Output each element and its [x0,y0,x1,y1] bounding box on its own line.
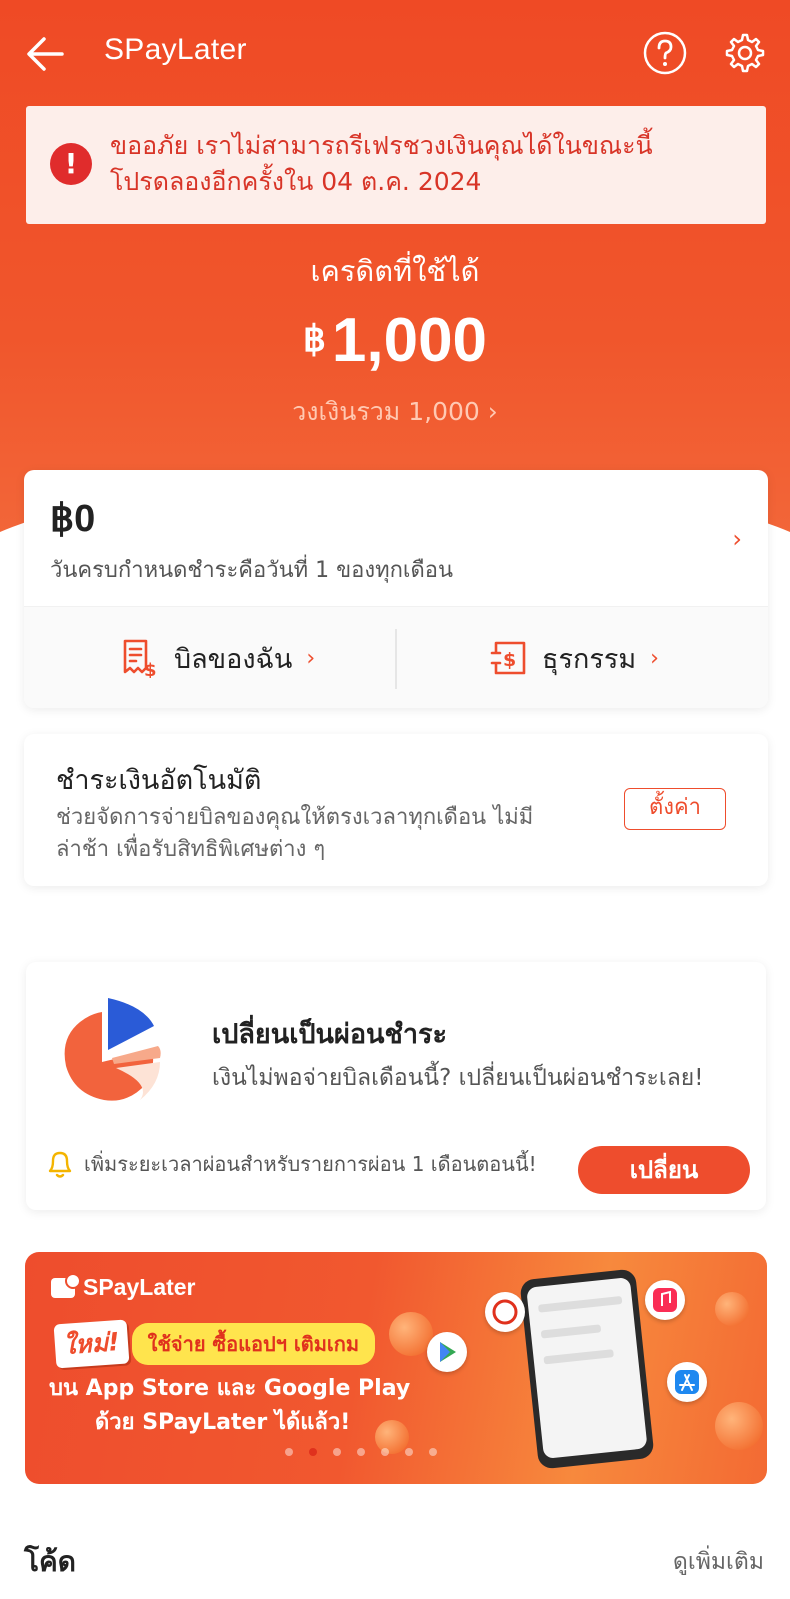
carousel-dot[interactable] [429,1448,437,1456]
google-play-icon [427,1332,467,1372]
svg-text:$: $ [144,660,157,678]
carousel-dot-active[interactable] [309,1448,317,1456]
divider [395,629,397,689]
promo-banner[interactable]: SPayLater ใหม่! ใช้จ่าย ซื้อแอปฯ เติมเกม… [25,1252,767,1484]
gear-icon [725,33,765,73]
banner-headline: ใหม่! ใช้จ่าย ซื้อแอปฯ เติมเกม [53,1319,376,1369]
codes-section-title: โค้ด [24,1545,76,1578]
switch-to-installment-button[interactable]: เปลี่ยน [578,1146,750,1194]
help-button[interactable] [642,30,688,76]
installment-note: เพิ่มระยะเวลาผ่อนสำหรับรายการผ่อน 1 เดือ… [46,1148,537,1180]
available-credit-label: เครดิตที่ใช้ได้ [310,254,480,288]
carousel-dot[interactable] [357,1448,365,1456]
carousel-indicator [285,1448,453,1456]
bill-summary-card: ฿0 วันครบกำหนดชำระคือวันที่ 1 ของทุกเดือ… [24,470,768,708]
game-app-icon [485,1292,525,1332]
carousel-dot[interactable] [285,1448,293,1456]
installment-description: เงินไม่พอจ่ายบิลเดือนนี้? เปลี่ยนเป็นผ่อ… [212,1065,704,1091]
svg-text:$: $ [503,649,516,671]
decorative-orb [715,1402,763,1450]
transactions-label: ธุรกรรม [542,643,637,675]
top-bar: SPayLater [0,0,790,106]
installment-card: เปลี่ยนเป็นผ่อนชำระ เงินไม่พอจ่ายบิลเดือ… [26,962,766,1210]
my-bills-label: บิลของฉัน [174,643,293,675]
spaylater-logo: SPayLater [51,1272,196,1301]
credit-value: 1,000 [331,306,488,375]
app-store-icon [667,1362,707,1402]
alert-line-1: ขออภัย เราไม่สามารถรีเฟรชวงเงินคุณได้ในข… [110,131,653,160]
wallet-icon [51,1272,81,1298]
question-circle-icon [643,31,687,75]
banner-logo-text: SPayLater [83,1274,196,1300]
phone-illustration [519,1268,655,1470]
alert-message: ขออภัย เราไม่สามารถรีเฟรชวงเงินคุณได้ในข… [110,128,750,200]
bill-shortcuts: $ บิลของฉัน › $ ธุรกรรม › [24,606,768,708]
new-badge: ใหม่! [53,1319,130,1369]
carousel-dot[interactable] [405,1448,413,1456]
see-more-link[interactable]: ดูเพิ่มเติม [673,1544,764,1580]
refresh-error-alert: ! ขออภัย เราไม่สามารถรีเฟรชวงเงินคุณได้ใ… [26,106,766,224]
carousel-dot[interactable] [333,1448,341,1456]
currency-symbol: ฿ [302,318,326,359]
transactions-button[interactable]: $ ธุรกรรม › [490,633,659,683]
settings-button[interactable] [724,32,766,74]
page-title: SPayLater [104,33,247,66]
chevron-right-icon: › [306,645,316,671]
bell-icon [48,1151,72,1178]
bill-dollar-icon: $ [123,639,157,678]
transaction-dollar-icon: $ [490,641,526,675]
exclamation-circle-icon: ! [50,143,92,185]
banner-line-1: บน App Store และ Google Play [49,1376,411,1401]
auto-pay-description: ช่วยจัดการจ่ายบิลของคุณให้ตรงเวลาทุกเดือ… [56,802,596,866]
bill-due-date: วันครบกำหนดชำระคือวันที่ 1 ของทุกเดือน [50,558,453,583]
decorative-orb [715,1292,749,1326]
bill-amount: ฿0 [50,498,96,540]
auto-pay-setup-button[interactable]: ตั้งค่า [624,788,726,830]
banner-line-2: ด้วย SPayLater ได้แล้ว! [95,1410,351,1435]
banner-pill-text: ใช้จ่าย ซื้อแอปฯ เติมเกม [131,1323,376,1365]
my-bills-button[interactable]: $ บิลของฉัน › [122,633,315,683]
chevron-right-icon: › [650,645,659,671]
phone-screen [526,1277,648,1459]
bill-summary-row[interactable]: ฿0 วันครบกำหนดชำระคือวันที่ 1 ของทุกเดือ… [24,470,768,606]
auto-pay-desc-line-2: ล่าช้า เพื่อรับสิทธิพิเศษต่าง ๆ [56,837,326,862]
carousel-dot[interactable] [381,1448,389,1456]
total-limit-link[interactable]: วงเงินรวม 1,000 › [0,392,790,432]
back-button[interactable] [22,30,70,78]
auto-pay-card: ชำระเงินอัตโนมัติ ช่วยจัดการจ่ายบิลของคุ… [24,734,768,886]
auto-pay-desc-line-1: ช่วยจัดการจ่ายบิลของคุณให้ตรงเวลาทุกเดือ… [56,805,534,830]
installment-title: เปลี่ยนเป็นผ่อนชำระ [212,1019,447,1050]
available-credit-amount: ฿1,000 [0,305,790,376]
installment-note-text: เพิ่มระยะเวลาผ่อนสำหรับรายการผ่อน 1 เดือ… [84,1152,537,1176]
chevron-right-icon: › [732,525,742,553]
alert-line-2: โปรดลองอีกครั้งใน 04 ต.ค. 2024 [110,167,482,196]
screen-bar [538,1295,623,1313]
screen-bar [543,1349,614,1365]
pie-chart-icon [64,998,161,1101]
screen-bar [540,1324,602,1339]
auto-pay-title: ชำระเงินอัตโนมัติ [56,765,262,796]
arrow-left-icon [27,37,64,71]
music-app-icon [645,1280,685,1320]
